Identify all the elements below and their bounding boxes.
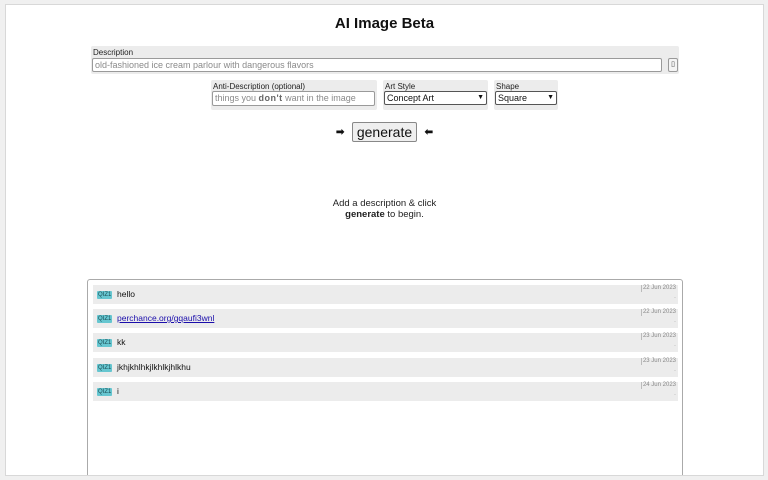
chevron-down-icon: ▼ [547, 94, 554, 101]
comment-item: QIZ1 jkhjkhlhkjlkhlkjhlkhu 23 Jun 2023 · [93, 358, 678, 377]
arrow-left-icon: ⬅ [424, 126, 433, 138]
hint-rest: to begin. [384, 209, 424, 220]
comment-menu[interactable]: · [674, 368, 676, 374]
anti-description-label: Anti-Description (optional) [213, 82, 306, 91]
hint-line-1: Add a description & click [332, 198, 437, 209]
options-icon: ▯ [671, 61, 675, 68]
page-title: AI Image Beta [334, 15, 435, 32]
comment-date: 24 Jun 2023 [640, 382, 676, 389]
generate-button[interactable]: generate [351, 122, 418, 142]
anti-placeholder-post: want in the image [282, 93, 356, 103]
user-badge[interactable]: QIZ1 [97, 291, 113, 299]
comment-date: 22 Jun 2023 [640, 309, 676, 316]
shape-select[interactable]: Square ▼ [495, 91, 557, 105]
hint-line-2: generate to begin. [6, 209, 763, 220]
user-badge[interactable]: QIZ1 [97, 315, 113, 323]
description-input[interactable] [92, 58, 662, 72]
art-style-select[interactable]: Concept Art ▼ [384, 91, 487, 105]
comment-text: jkhjkhlhkjlkhlkjhlkhu [117, 362, 191, 372]
hint-bold: generate [345, 209, 385, 220]
anti-placeholder-pre: things you [215, 93, 259, 103]
hint-text: Add a description & click generate to be… [6, 198, 763, 220]
comment-item: QIZ1 hello 22 Jun 2023 · [93, 285, 678, 304]
anti-description-panel: Anti-Description (optional) things you d… [211, 80, 377, 110]
user-badge[interactable]: QIZ1 [97, 364, 113, 372]
comment-item: QIZ1 perchance.org/gqaufi3wnl 22 Jun 202… [93, 309, 678, 328]
comment-menu[interactable]: · [674, 392, 676, 398]
comment-text: i [117, 386, 119, 396]
comment-menu[interactable]: · [674, 319, 676, 325]
shape-panel: Shape Square ▼ [494, 80, 558, 110]
comment-feed[interactable]: QIZ1 hello 22 Jun 2023 · QIZ1 perchance.… [87, 279, 683, 475]
user-badge[interactable]: QIZ1 [97, 388, 113, 396]
comment-text: hello [117, 289, 135, 299]
shape-value: Square [498, 93, 528, 103]
description-options-button[interactable]: ▯ [668, 58, 678, 72]
comment-date: 23 Jun 2023 [640, 358, 676, 365]
comment-menu[interactable]: · [674, 343, 676, 349]
shape-label: Shape [496, 82, 520, 91]
chevron-down-icon: ▼ [477, 94, 484, 101]
comment-date: 23 Jun 2023 [640, 333, 676, 340]
comment-menu[interactable]: · [674, 295, 676, 301]
comment-item: QIZ1 kk 23 Jun 2023 · [93, 333, 678, 352]
arrow-right-icon: ➡ [336, 126, 345, 138]
art-style-value: Concept Art [387, 93, 435, 103]
art-style-panel: Art Style Concept Art ▼ [383, 80, 488, 110]
page: AI Image Beta Description ▯ Anti-Descrip… [5, 4, 764, 476]
anti-description-input[interactable]: things you don't want in the image [212, 91, 375, 106]
description-panel: Description ▯ [91, 46, 679, 74]
anti-placeholder-bold: don't [258, 93, 283, 103]
comment-link[interactable]: perchance.org/gqaufi3wnl [117, 313, 214, 323]
comment-date: 22 Jun 2023 [640, 285, 676, 292]
art-style-label: Art Style [385, 82, 416, 91]
comment-text: kk [117, 337, 126, 347]
generate-row: ➡ generate ⬅ [6, 122, 763, 142]
description-label: Description [93, 48, 134, 57]
comment-item: QIZ1 i 24 Jun 2023 · [93, 382, 678, 401]
user-badge[interactable]: QIZ1 [97, 339, 113, 347]
